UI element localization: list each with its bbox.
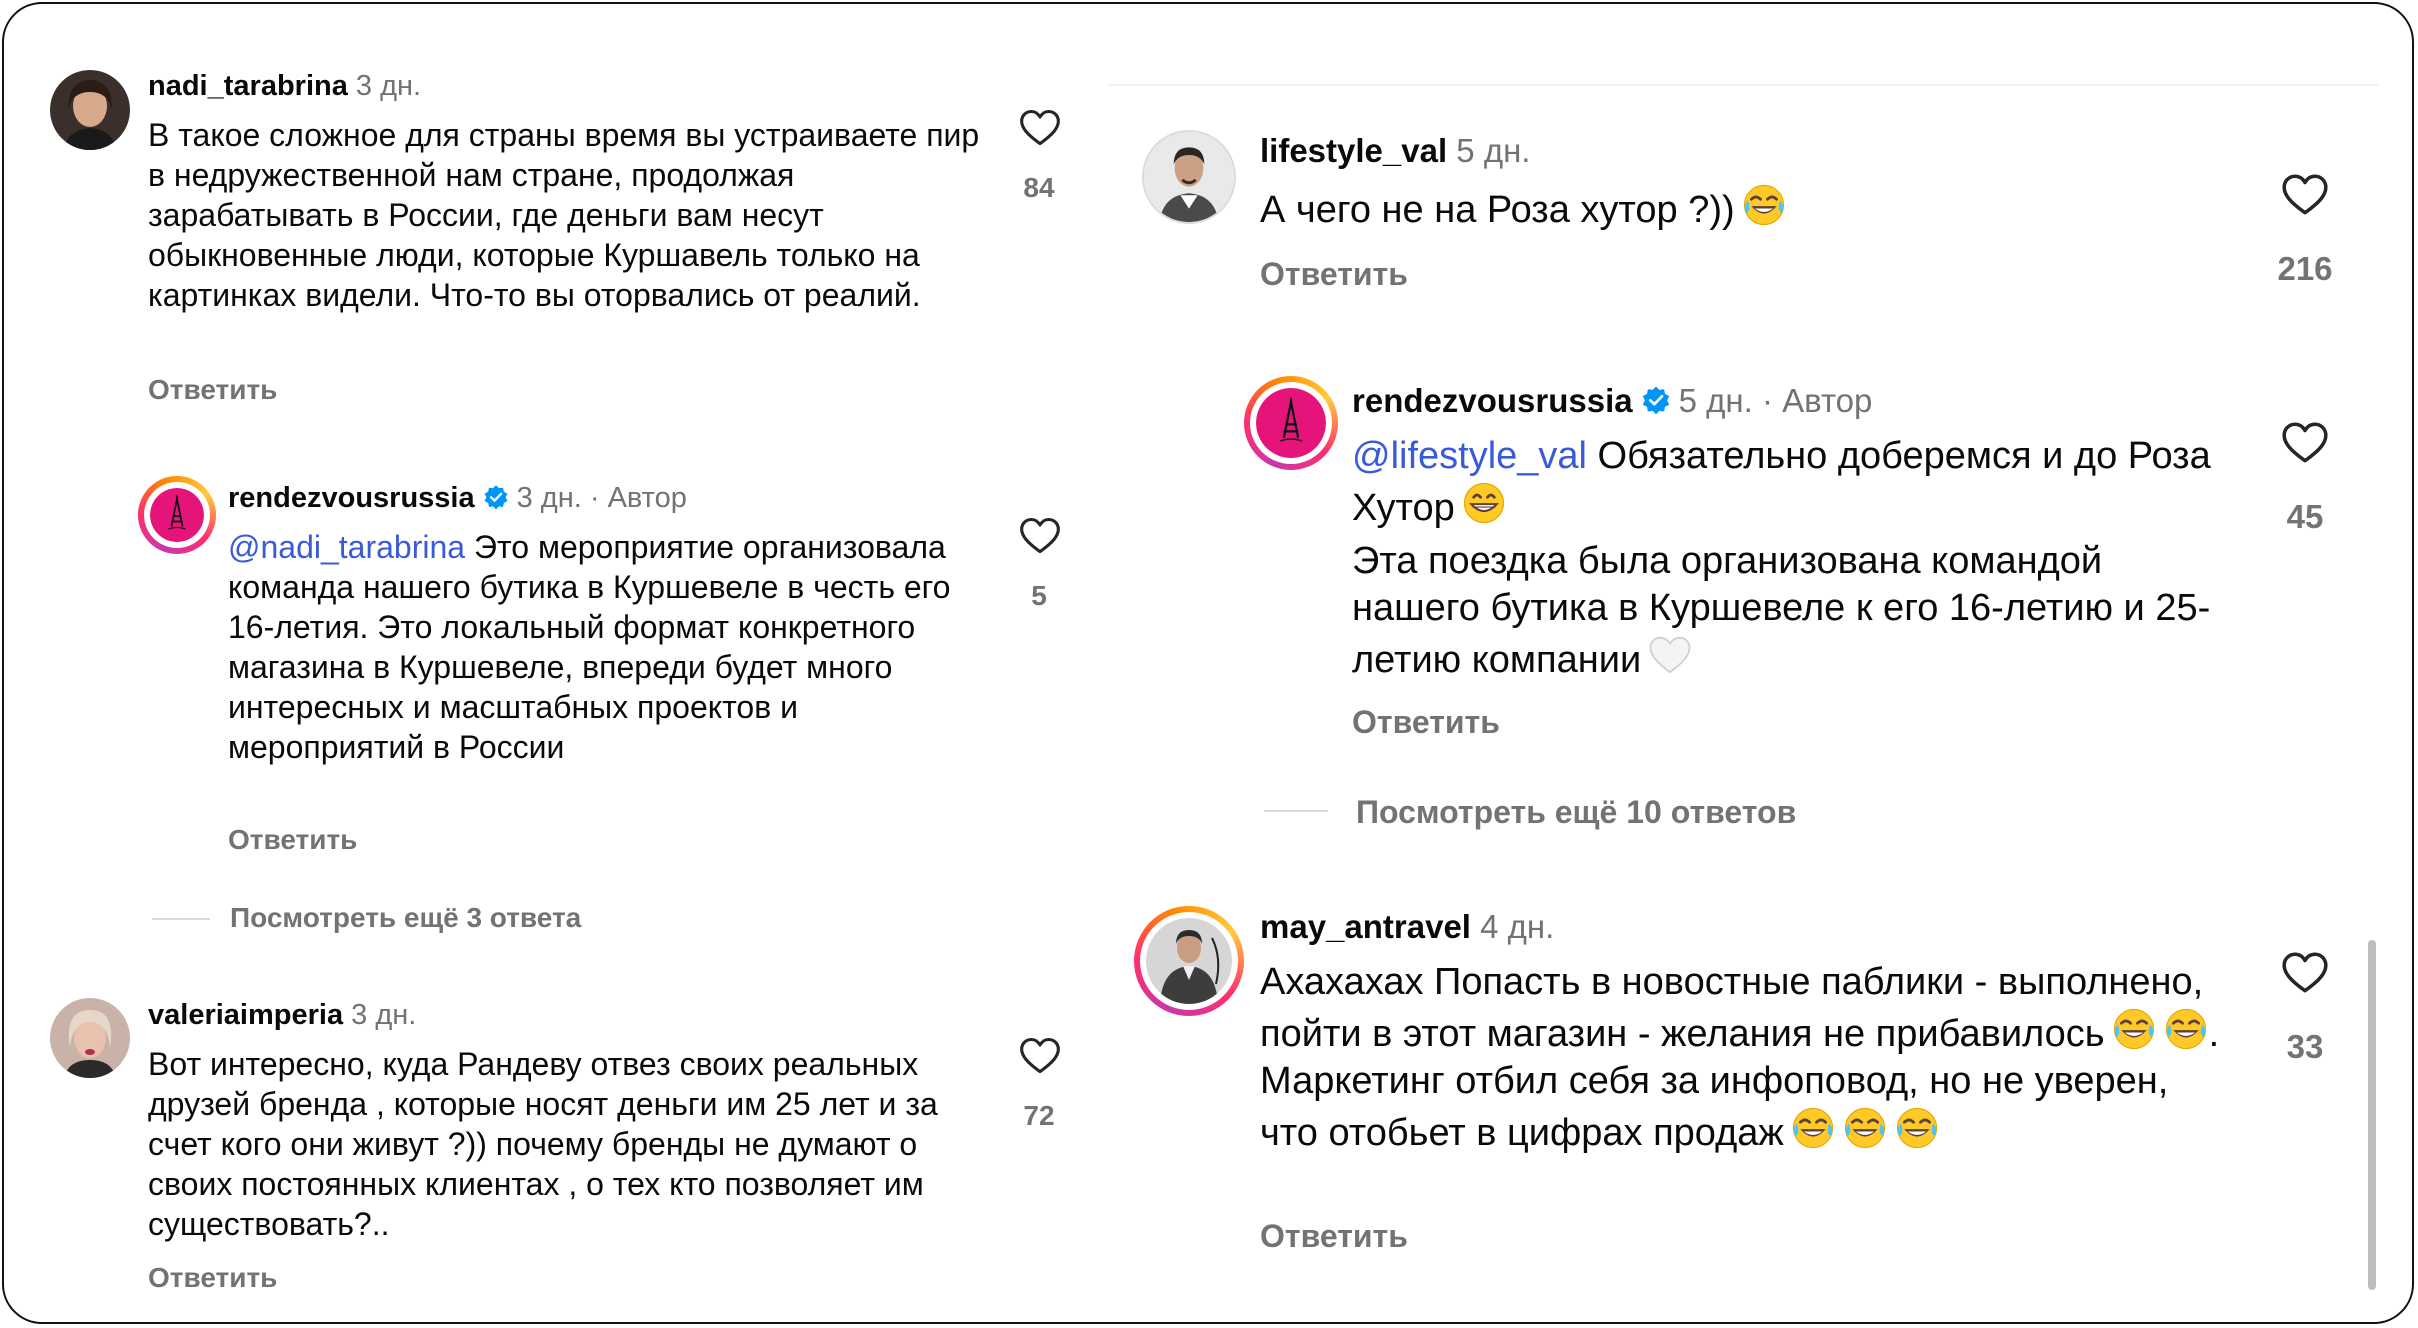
comment-author[interactable]: rendezvousrussia 5 дн. · Автор	[1352, 382, 1872, 420]
comment-text-paragraph: Эта поездка была организована командой н…	[1352, 538, 2232, 684]
avatar-valeriaimperia[interactable]	[50, 998, 130, 1078]
avatar-may-antravel[interactable]	[1134, 906, 1244, 1016]
comment-text: В такое сложное для страны время вы устр…	[148, 117, 989, 313]
brand-logo-icon	[1256, 388, 1326, 458]
comment-body: А чего не на Роза хутор ?))	[1260, 189, 1735, 231]
like-count: 33	[2286, 1028, 2324, 1065]
avatar-photo-icon	[1144, 132, 1234, 222]
heart-outline-icon[interactable]	[2280, 418, 2330, 468]
mention-link[interactable]: @lifestyle_val	[1352, 435, 1587, 477]
view-more-divider	[1264, 810, 1328, 812]
view-more-replies-button[interactable]: Посмотреть ещё 3 ответа	[230, 902, 581, 934]
avatar-rendezvousrussia[interactable]	[1244, 376, 1338, 470]
heart-outline-icon[interactable]	[2280, 170, 2330, 220]
face-with-tears-of-joy-emoji	[1894, 1105, 1940, 1151]
comment-time: 5 дн.	[1678, 382, 1753, 419]
comment-text: @lifestyle_val Обязательно доберемся и д…	[1352, 433, 2232, 532]
reply-button[interactable]: Ответить	[1260, 256, 1408, 293]
comment-text: А чего не на Роза хутор ?))	[1260, 182, 2160, 234]
reply-button[interactable]: Ответить	[1352, 704, 1500, 741]
mention-link[interactable]: @nadi_tarabrina	[228, 529, 465, 565]
like-count: 216	[2277, 250, 2333, 287]
heart-outline-icon[interactable]	[2280, 948, 2330, 998]
face-with-tears-of-joy-emoji	[2163, 1006, 2209, 1052]
avatar-lifestyle-val[interactable]	[1142, 130, 1236, 224]
avatar-nadi-tarabrina[interactable]	[50, 70, 130, 150]
face-with-tears-of-joy-emoji	[1842, 1105, 1888, 1151]
view-more-replies-button[interactable]: Посмотреть ещё 10 ответов	[1356, 794, 1796, 831]
comment-author[interactable]: may_antravel 4 дн.	[1260, 908, 1554, 946]
comment-text: Ахахахах Попасть в новостные паблики - в…	[1260, 959, 2220, 1157]
heart-outline-icon[interactable]	[1018, 1034, 1062, 1078]
heart-outline-icon[interactable]	[1018, 514, 1062, 558]
author-label: · Автор	[589, 482, 687, 514]
grinning-face-emoji	[1461, 480, 1507, 526]
view-more-divider	[152, 918, 210, 920]
comment-author[interactable]: nadi_tarabrina 3 дн.	[148, 70, 421, 103]
username[interactable]: nadi_tarabrina	[148, 70, 348, 102]
like-count: 5	[1031, 580, 1047, 611]
username[interactable]: rendezvousrussia	[228, 482, 475, 514]
avatar-rendezvousrussia[interactable]	[138, 476, 216, 554]
username[interactable]: valeriaimperia	[148, 999, 343, 1031]
section-divider	[1108, 84, 2378, 86]
comment-author[interactable]: rendezvousrussia 3 дн. · Автор	[228, 482, 687, 515]
author-label: · Автор	[1761, 382, 1873, 419]
like-count: 45	[2286, 498, 2324, 535]
like-count: 72	[1023, 1100, 1055, 1131]
reply-button[interactable]: Ответить	[1260, 1218, 1408, 1255]
avatar-photo-icon	[50, 998, 130, 1078]
comment-time: 4 дн.	[1480, 908, 1555, 945]
face-with-tears-of-joy-emoji	[1741, 182, 1787, 228]
comment-body: Эта поездка была организована командой н…	[1352, 540, 2211, 681]
verified-badge-icon	[483, 484, 509, 510]
reply-button[interactable]: Ответить	[148, 374, 277, 406]
comment-author[interactable]: lifestyle_val 5 дн.	[1260, 132, 1530, 170]
reply-button[interactable]: Ответить	[228, 824, 357, 856]
comment-time: 5 дн.	[1456, 132, 1531, 169]
face-with-tears-of-joy-emoji	[1790, 1105, 1836, 1151]
brand-logo-icon	[150, 488, 204, 542]
comment-time: 3 дн.	[355, 70, 422, 102]
verified-badge-icon	[1641, 385, 1671, 415]
comment-time: 3 дн.	[351, 999, 417, 1031]
comment-body: Ахахахах Попасть в новостные паблики - в…	[1260, 961, 2214, 1055]
avatar-photo-icon	[1146, 918, 1232, 1004]
comment-author[interactable]: valeriaimperia 3 дн.	[148, 999, 416, 1032]
comment-text: @nadi_tarabrina Это мероприятие организо…	[228, 527, 978, 767]
face-with-tears-of-joy-emoji	[2111, 1006, 2157, 1052]
reply-button[interactable]: Ответить	[148, 1262, 277, 1294]
scrollbar-thumb[interactable]	[2368, 940, 2376, 1290]
white-heart-emoji	[1647, 632, 1693, 678]
comment-text: Вот интересно, куда Рандеву отвез своих …	[148, 1046, 947, 1242]
username[interactable]: rendezvousrussia	[1352, 382, 1633, 419]
avatar-photo-icon	[50, 70, 130, 150]
like-count: 84	[1023, 172, 1055, 203]
username[interactable]: may_antravel	[1260, 908, 1471, 945]
heart-outline-icon[interactable]	[1018, 106, 1062, 150]
comment-time: 3 дн.	[516, 482, 582, 514]
username[interactable]: lifestyle_val	[1260, 132, 1447, 169]
